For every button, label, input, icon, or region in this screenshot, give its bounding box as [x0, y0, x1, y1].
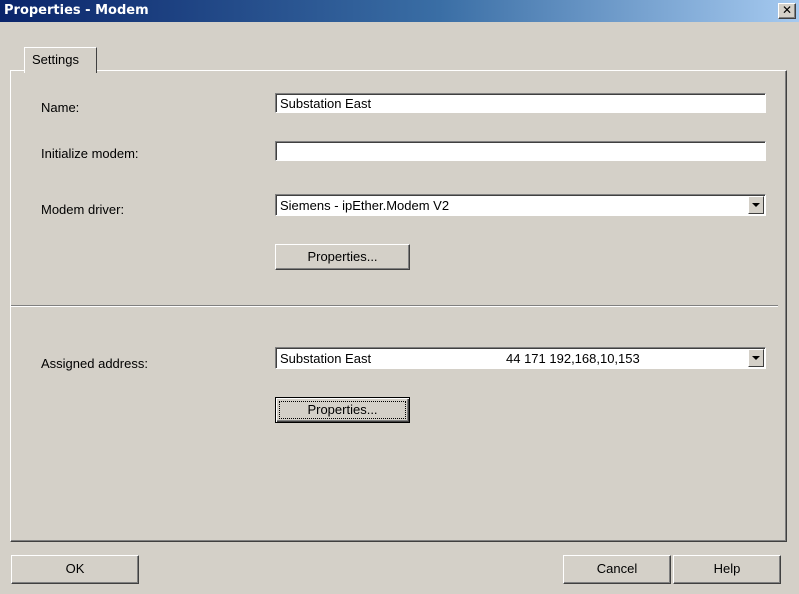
cancel-button[interactable]: Cancel [563, 555, 671, 584]
assigned-address-label: Assigned address: [41, 356, 148, 371]
title-bar: Properties - Modem ✕ [0, 0, 799, 22]
assigned-address-name: Substation East [280, 351, 372, 366]
modem-driver-select[interactable]: Siemens - ipEther.Modem V2 [275, 194, 766, 216]
close-icon[interactable]: ✕ [778, 3, 796, 19]
window-title: Properties - Modem [4, 3, 149, 18]
initialize-modem-label-text: Initialize modem: [41, 146, 139, 161]
name-label-text: Name: [41, 100, 80, 115]
name-field-value: Substation East [280, 96, 372, 111]
assigned-address-numbers: 44 171 192,168,10,153 [506, 351, 640, 366]
modem-driver-properties-label: Properties... [307, 249, 378, 264]
ok-button[interactable]: OK [11, 555, 139, 584]
ok-button-label: OK [65, 561, 85, 576]
initialize-modem-label: Initialize modem: [41, 146, 139, 161]
cancel-button-label: Cancel [596, 561, 638, 576]
assigned-address-label-text: Assigned address: [41, 356, 148, 371]
tab-settings-label: Settings [32, 52, 79, 67]
modem-driver-label: Modem driver: [41, 202, 124, 217]
initialize-modem-field[interactable] [275, 141, 766, 161]
chevron-down-icon[interactable] [748, 349, 764, 367]
modem-driver-label-text: Modem driver: [41, 202, 125, 217]
modem-driver-properties-button[interactable]: Properties... [275, 244, 410, 270]
section-divider [11, 305, 778, 307]
assigned-address-select[interactable]: Substation East 44 171 192,168,10,153 [275, 347, 766, 369]
chevron-down-icon[interactable] [748, 196, 764, 214]
help-button-label: Help [713, 561, 741, 576]
assigned-address-properties-label: Properties... [307, 402, 378, 417]
assigned-address-properties-button[interactable]: Properties... [275, 397, 410, 423]
name-field[interactable]: Substation East [275, 93, 766, 113]
help-button[interactable]: Help [673, 555, 781, 584]
modem-driver-value: Siemens - ipEther.Modem V2 [280, 198, 450, 213]
name-label: Name: [41, 100, 79, 115]
tab-settings[interactable]: Settings [24, 47, 97, 73]
